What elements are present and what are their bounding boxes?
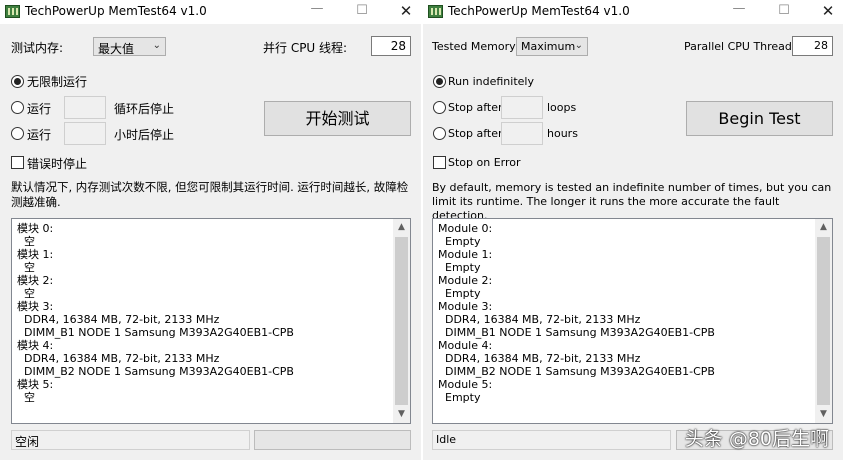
run-indefinitely-radio[interactable] (11, 75, 24, 88)
scroll-thumb[interactable] (395, 237, 408, 405)
memory-chip-icon (5, 5, 20, 18)
hours-input[interactable] (64, 122, 106, 145)
vertical-scrollbar[interactable]: ▲ ▼ (393, 219, 410, 423)
stop-on-error-label: Stop on Error (448, 156, 521, 169)
description-text: 默认情况下, 内存测试次数不限, 但您可限制其运行时间. 运行时间越长, 故障检… (11, 180, 409, 209)
chevron-down-icon: ⌄ (152, 40, 161, 51)
window-title: TechPowerUp MemTest64 v1.0 (25, 4, 207, 18)
module-list[interactable]: Module 0: Empty Module 1: Empty Module 2… (432, 218, 833, 424)
cpu-threads-input[interactable]: 28 (371, 36, 411, 56)
begin-test-button[interactable]: 开始测试 (264, 101, 411, 136)
tested-memory-value: 最大值 (98, 42, 135, 56)
tested-memory-label: 测试内存: (11, 41, 64, 55)
run-indefinitely-label: Run indefinitely (448, 75, 534, 88)
stop-on-error-checkbox[interactable] (11, 156, 24, 169)
scroll-up-icon[interactable]: ▲ (393, 219, 410, 236)
stop-on-error-checkbox[interactable] (433, 156, 446, 169)
stop-on-error-label: 错误时停止 (27, 157, 88, 171)
status-text: Idle (432, 430, 671, 450)
scroll-down-icon[interactable]: ▼ (393, 406, 410, 423)
tested-memory-value: Maximum (521, 40, 576, 53)
memtest-window-english: TechPowerUp MemTest64 v1.0 — ☐ ✕ Tested … (423, 0, 843, 460)
description-text: By default, memory is tested an indefini… (432, 181, 832, 222)
module-list-text: Module 0: Empty Module 1: Empty Module 2… (438, 222, 715, 404)
stop-after-loops-radio[interactable] (11, 101, 24, 114)
status-text: 空闲 (11, 430, 250, 450)
module-list[interactable]: 模块 0: 空 模块 1: 空 模块 2: 空 模块 3: DDR4, 1638… (11, 218, 411, 424)
cpu-threads-input[interactable]: 28 (792, 36, 833, 56)
loops-suffix-label: loops (547, 101, 577, 114)
title-bar: TechPowerUp MemTest64 v1.0 — ☐ ✕ (423, 0, 843, 24)
scroll-down-icon[interactable]: ▼ (815, 406, 832, 423)
close-icon[interactable]: ✕ (397, 2, 415, 20)
module-list-text: 模块 0: 空 模块 1: 空 模块 2: 空 模块 3: DDR4, 1638… (17, 222, 294, 404)
begin-test-button[interactable]: Begin Test (686, 101, 833, 136)
chevron-down-icon: ⌄ (574, 40, 583, 51)
stop-after-loops-label: 运行 (27, 102, 52, 116)
cpu-threads-label: Parallel CPU Threads: (684, 40, 802, 53)
hours-input[interactable] (501, 122, 543, 145)
stop-after-hours-label: 运行 (27, 128, 52, 142)
hours-suffix-label: hours (547, 127, 578, 140)
stop-after-loops-label: Stop after (448, 101, 503, 114)
cpu-threads-label: 并行 CPU 线程: (263, 41, 348, 55)
progress-bar (254, 430, 411, 450)
minimize-icon[interactable]: — (730, 0, 748, 18)
vertical-scrollbar[interactable]: ▲ ▼ (815, 219, 832, 423)
tested-memory-dropdown[interactable]: 最大值 ⌄ (93, 37, 166, 56)
scroll-thumb[interactable] (817, 237, 830, 405)
memtest-window-chinese: TechPowerUp MemTest64 v1.0 — ☐ ✕ 测试内存: 最… (0, 0, 421, 460)
loops-suffix-label: 循环后停止 (114, 102, 175, 116)
maximize-icon[interactable]: ☐ (353, 2, 371, 20)
stop-after-hours-radio[interactable] (11, 127, 24, 140)
title-bar: TechPowerUp MemTest64 v1.0 — ☐ ✕ (0, 0, 421, 24)
scroll-up-icon[interactable]: ▲ (815, 219, 832, 236)
loops-input[interactable] (64, 96, 106, 119)
run-indefinitely-radio[interactable] (433, 75, 446, 88)
tested-memory-dropdown[interactable]: Maximum ⌄ (516, 37, 588, 56)
stop-after-hours-label: Stop after (448, 127, 503, 140)
run-indefinitely-label: 无限制运行 (27, 75, 88, 89)
tested-memory-label: Tested Memory: (432, 40, 519, 53)
stop-after-hours-radio[interactable] (433, 127, 446, 140)
maximize-icon[interactable]: ☐ (775, 2, 793, 20)
stop-after-loops-radio[interactable] (433, 101, 446, 114)
hours-suffix-label: 小时后停止 (114, 128, 175, 142)
close-icon[interactable]: ✕ (819, 2, 837, 20)
loops-input[interactable] (501, 96, 543, 119)
watermark: 头条 @80后生啊 (684, 428, 829, 450)
minimize-icon[interactable]: — (308, 0, 326, 18)
memory-chip-icon (428, 5, 443, 18)
window-title: TechPowerUp MemTest64 v1.0 (448, 4, 630, 18)
